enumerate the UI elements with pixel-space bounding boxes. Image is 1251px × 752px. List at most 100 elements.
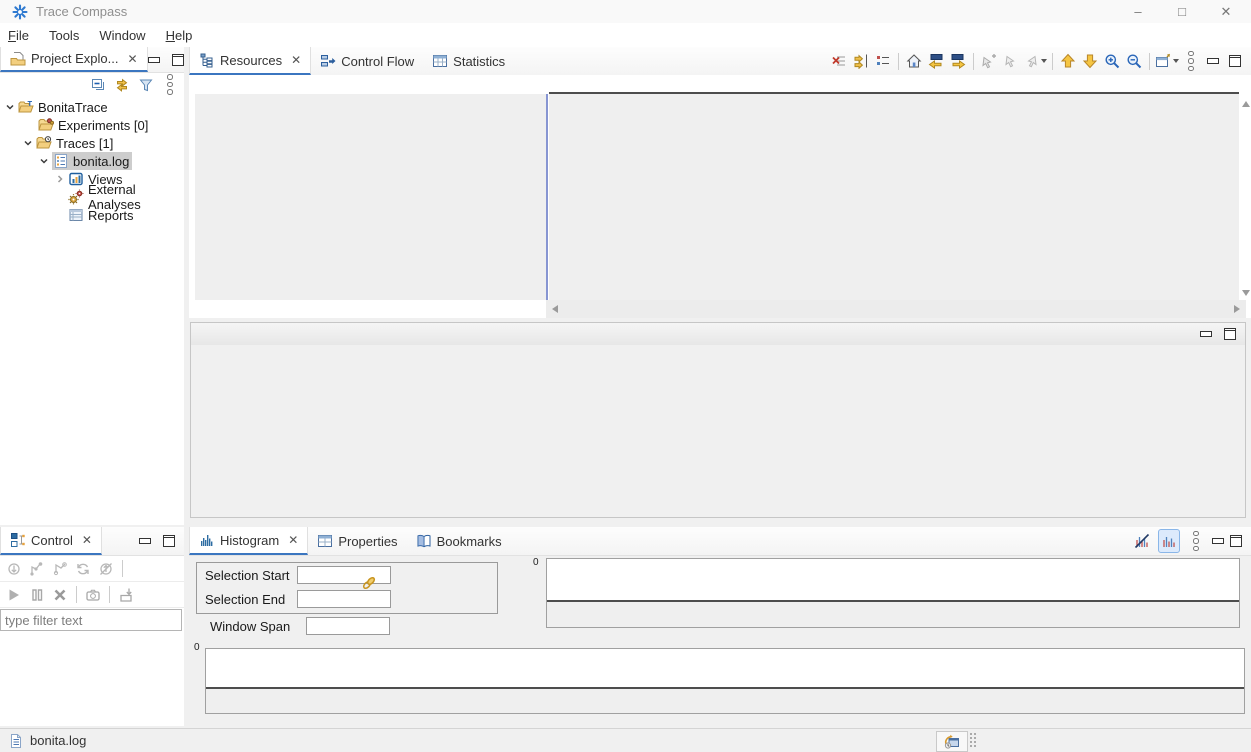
statistics-icon bbox=[432, 53, 448, 69]
chevron-right-icon[interactable] bbox=[54, 173, 66, 185]
link-icon[interactable] bbox=[361, 575, 377, 591]
trace-log-icon bbox=[53, 153, 69, 169]
chevron-down-icon[interactable] bbox=[1173, 59, 1179, 63]
show-legend-icon[interactable] bbox=[873, 50, 893, 72]
tab-control-flow[interactable]: Control Flow bbox=[311, 47, 423, 75]
window-span-input[interactable] bbox=[306, 617, 390, 635]
link-with-editor-icon[interactable] bbox=[112, 74, 132, 96]
tab-label: Bookmarks bbox=[437, 534, 502, 549]
pause-icon[interactable] bbox=[27, 584, 47, 606]
close-tab-icon[interactable]: ✕ bbox=[127, 52, 137, 66]
collapse-all-icon[interactable] bbox=[88, 74, 108, 96]
tree-item-external-analyses[interactable]: External Analyses bbox=[0, 188, 184, 206]
scroll-up-icon[interactable] bbox=[1242, 101, 1250, 107]
disconnect-icon[interactable] bbox=[96, 558, 116, 580]
filter-input[interactable] bbox=[0, 609, 182, 631]
connect-icon[interactable] bbox=[4, 558, 24, 580]
trace-compass-window: Trace Compass – □ ✕ File Tools Window He… bbox=[0, 0, 1251, 752]
minimize-icon[interactable] bbox=[1200, 331, 1212, 337]
hide-lost-events-icon[interactable] bbox=[1132, 530, 1152, 552]
control-toolbar-row1 bbox=[0, 556, 184, 582]
selection-histogram-chart[interactable] bbox=[546, 558, 1240, 628]
project-explorer-toolbar bbox=[0, 73, 184, 96]
maximize-icon[interactable] bbox=[163, 535, 175, 547]
chevron-down-icon[interactable] bbox=[4, 101, 16, 113]
import-icon[interactable] bbox=[116, 584, 136, 606]
minimize-icon[interactable] bbox=[1212, 538, 1224, 544]
maximize-icon[interactable] bbox=[1224, 328, 1236, 340]
tree-item-traces[interactable]: Traces [1] bbox=[0, 134, 184, 152]
tab-properties[interactable]: Properties bbox=[308, 527, 406, 555]
zoom-out-icon[interactable] bbox=[1124, 50, 1144, 72]
tab-resources[interactable]: Resources ✕ bbox=[189, 47, 311, 75]
view-menu-icon[interactable] bbox=[1186, 530, 1206, 552]
scroll-right-icon[interactable] bbox=[1234, 305, 1240, 313]
tree-item-bonita-log[interactable]: bonita.log bbox=[0, 152, 184, 170]
scroll-left-icon[interactable] bbox=[552, 305, 558, 313]
maximize-icon[interactable] bbox=[1230, 535, 1242, 547]
select-previous-resource-icon[interactable] bbox=[1058, 50, 1078, 72]
close-tab-icon[interactable]: ✕ bbox=[291, 53, 301, 67]
close-tab-icon[interactable]: ✕ bbox=[82, 533, 92, 547]
close-tab-icon[interactable]: ✕ bbox=[288, 533, 298, 547]
resources-tree-area[interactable] bbox=[189, 94, 546, 300]
zoom-in-icon[interactable] bbox=[1102, 50, 1122, 72]
selection-end-input[interactable] bbox=[297, 590, 391, 608]
resources-editor-area: Resources ✕ Control Flow Statistics bbox=[189, 47, 1251, 318]
new-session-icon[interactable] bbox=[50, 558, 70, 580]
select-next-state-change-icon[interactable] bbox=[948, 50, 968, 72]
tree-item-experiments[interactable]: Experiments [0] bbox=[0, 116, 184, 134]
tab-statistics[interactable]: Statistics bbox=[423, 47, 514, 75]
tree-item-bonitatrace[interactable]: T BonitaTrace bbox=[0, 98, 184, 116]
scroll-down-icon[interactable] bbox=[1242, 290, 1250, 296]
menu-bar: File Tools Window Help bbox=[0, 23, 1251, 47]
tab-label: Resources bbox=[220, 53, 282, 68]
menu-file[interactable]: File bbox=[0, 26, 41, 45]
minimize-icon[interactable] bbox=[148, 57, 160, 63]
pin-view-icon[interactable] bbox=[1155, 50, 1179, 72]
full-range-histogram-chart[interactable] bbox=[205, 648, 1245, 714]
chevron-down-icon[interactable] bbox=[22, 137, 34, 149]
tab-project-explorer[interactable]: Project Explo... ✕ bbox=[0, 47, 148, 72]
reset-time-scale-icon[interactable] bbox=[904, 50, 924, 72]
tab-control[interactable]: Control ✕ bbox=[0, 527, 102, 555]
horizontal-scrollbar[interactable] bbox=[546, 300, 1246, 318]
status-bar: bonita.log bbox=[0, 728, 1251, 752]
title-bar: Trace Compass – □ ✕ bbox=[0, 0, 1251, 23]
align-views-icon[interactable] bbox=[851, 50, 871, 72]
refresh-icon[interactable] bbox=[73, 558, 93, 580]
new-connection-icon[interactable] bbox=[27, 558, 47, 580]
chevron-down-icon[interactable] bbox=[38, 155, 50, 167]
tab-bookmarks[interactable]: Bookmarks bbox=[407, 527, 511, 555]
add-bookmark-icon[interactable] bbox=[979, 50, 999, 72]
window-close-button[interactable]: ✕ bbox=[1211, 2, 1241, 22]
window-maximize-button[interactable]: □ bbox=[1167, 2, 1197, 22]
minimize-icon[interactable] bbox=[139, 538, 151, 544]
select-next-resource-icon[interactable] bbox=[1080, 50, 1100, 72]
maximize-icon[interactable] bbox=[1225, 50, 1245, 72]
tab-histogram[interactable]: Histogram ✕ bbox=[189, 527, 308, 555]
menu-tools[interactable]: Tools bbox=[41, 26, 91, 45]
chevron-down-icon[interactable] bbox=[1041, 59, 1047, 63]
maximize-icon[interactable] bbox=[172, 54, 184, 66]
view-menu-icon[interactable] bbox=[1181, 50, 1201, 72]
stop-icon[interactable] bbox=[50, 584, 70, 606]
start-icon[interactable] bbox=[4, 584, 24, 606]
trace-file-icon bbox=[8, 733, 24, 749]
record-snapshot-icon[interactable] bbox=[83, 584, 103, 606]
menu-help[interactable]: Help bbox=[158, 26, 205, 45]
menu-window[interactable]: Window bbox=[91, 26, 157, 45]
select-previous-state-change-icon[interactable] bbox=[926, 50, 946, 72]
background-job-button[interactable] bbox=[936, 731, 968, 752]
resources-toolbar bbox=[829, 47, 1251, 75]
previous-marker-icon[interactable] bbox=[1001, 50, 1021, 72]
next-marker-icon[interactable] bbox=[1023, 50, 1047, 72]
show-trace-histograms-icon[interactable] bbox=[1158, 529, 1180, 553]
view-menu-icon[interactable] bbox=[160, 74, 180, 96]
minimize-icon[interactable] bbox=[1203, 50, 1223, 72]
window-minimize-button[interactable]: – bbox=[1123, 2, 1153, 22]
hide-empty-rows-icon[interactable] bbox=[829, 50, 849, 72]
filter-icon[interactable] bbox=[136, 74, 156, 96]
timeline-canvas[interactable] bbox=[549, 94, 1239, 300]
project-explorer-tree: T BonitaTrace Experiments [0] bbox=[0, 96, 184, 224]
